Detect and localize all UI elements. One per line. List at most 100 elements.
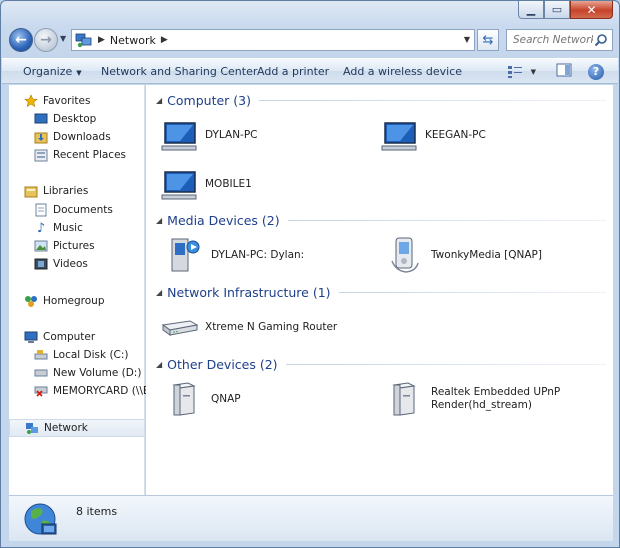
device-realtek-render[interactable]: Realtek Embedded UPnP Render(hd_stream) (386, 379, 560, 419)
nav-favorites[interactable]: Favorites (23, 92, 159, 110)
forward-arrow-icon: → (40, 32, 52, 48)
command-bar: Organize ▼ Network and Sharing Center Add… (2, 58, 618, 84)
device-label: Realtek Embedded UPnP Render(hd_stream) (431, 386, 560, 412)
forward-button[interactable]: → (34, 28, 58, 52)
nav-homegroup-label: Homegroup (43, 295, 105, 307)
documents-icon (33, 202, 49, 218)
group-divider (338, 291, 606, 293)
navigation-bar: ← → ▼ ▶ Network ▶ ▼ ⇆ (9, 27, 613, 53)
pictures-icon (33, 238, 49, 254)
nav-network[interactable]: Network (9, 419, 145, 437)
search-input[interactable] (513, 34, 593, 46)
back-arrow-icon: ← (15, 32, 27, 48)
nav-documents-label: Documents (53, 204, 113, 216)
device-keegan-pc[interactable]: KEEGAN-PC (380, 115, 486, 155)
group-divider (287, 219, 606, 221)
device-label: Xtreme N Gaming Router (205, 320, 338, 333)
computer-icon (23, 329, 39, 345)
chevron-down-icon: ▼ (76, 69, 82, 77)
change-view-button[interactable]: ▼ (507, 65, 536, 79)
maximize-icon: ▭ (551, 3, 563, 16)
device-label: TwonkyMedia [QNAP] (431, 248, 542, 261)
close-icon: ✕ (586, 2, 597, 17)
breadcrumb-separator-icon[interactable]: ▶ (161, 35, 168, 45)
group-header-computer[interactable]: ◢ Computer (3) (156, 92, 606, 108)
device-label-line: Render(hd_stream) (431, 399, 532, 411)
group-header-network-infrastructure[interactable]: ◢ Network Infrastructure (1) (156, 284, 606, 300)
nav-libraries[interactable]: Libraries (23, 182, 159, 200)
preview-pane-icon (556, 63, 572, 77)
nav-favorites-label: Favorites (43, 95, 91, 107)
chevron-down-icon: ▼ (530, 67, 536, 76)
group-divider (285, 363, 606, 365)
network-icon (24, 420, 40, 436)
back-forward-group: ← → ▼ (9, 27, 69, 53)
nav-music-label: Music (53, 222, 83, 234)
minimize-button[interactable]: ▁ (518, 1, 544, 19)
group-title: Other Devices (2) (167, 356, 278, 372)
disconnected-drive-icon (33, 383, 49, 399)
content-pane: ◢ Computer (3) DYLAN-PC KEEGAN-PC MOBILE… (146, 85, 613, 495)
address-dropdown-icon[interactable]: ▼ (464, 35, 470, 44)
maximize-button[interactable]: ▭ (544, 1, 570, 19)
libraries-icon (23, 183, 39, 199)
music-icon: ♪ (36, 220, 46, 236)
group-title: Computer (3) (167, 92, 251, 108)
search-icon[interactable] (594, 33, 608, 47)
nav-local-disk-label: Local Disk (C:) (53, 349, 129, 361)
refresh-button[interactable]: ⇆ (477, 29, 499, 51)
nav-desktop-label: Desktop (53, 113, 97, 125)
collapse-chevron-icon: ◢ (156, 359, 163, 369)
address-bar[interactable]: ▶ Network ▶ ▼ (71, 29, 475, 51)
computer-monitor-icon (161, 171, 197, 200)
add-printer-button[interactable]: Add a printer (257, 65, 329, 78)
nav-videos-label: Videos (53, 258, 88, 270)
breadcrumb-network[interactable]: Network (110, 34, 156, 47)
help-icon: ? (592, 65, 600, 78)
group-title: Media Devices (2) (167, 212, 280, 228)
search-box[interactable] (506, 29, 613, 51)
homegroup-icon (23, 293, 39, 309)
collapse-chevron-icon: ◢ (156, 215, 163, 225)
media-player-device-icon (391, 237, 419, 273)
device-dylan-pc-media[interactable]: DYLAN-PC: Dylan: (166, 235, 304, 275)
back-button[interactable]: ← (9, 28, 33, 52)
explorer-window: ▁ ▭ ✕ ← → ▼ ▶ Network ▶ ▼ ⇆ Search Netwo… (0, 0, 620, 548)
device-label: QNAP (211, 392, 241, 405)
organize-menu[interactable]: Organize ▼ (23, 65, 82, 78)
device-twonkymedia[interactable]: TwonkyMedia [QNAP] (386, 235, 542, 275)
local-disk-icon (33, 347, 49, 363)
group-header-other-devices[interactable]: ◢ Other Devices (2) (156, 356, 606, 372)
recent-pages-dropdown-icon[interactable]: ▼ (60, 34, 66, 43)
recent-places-icon (33, 147, 49, 163)
generic-device-icon (392, 382, 416, 416)
nav-homegroup[interactable]: Homegroup (23, 292, 159, 310)
device-dylan-pc[interactable]: DYLAN-PC (160, 115, 258, 155)
view-icon (507, 65, 522, 78)
preview-pane-button[interactable] (556, 63, 572, 80)
nav-network-label: Network (44, 422, 88, 434)
nav-downloads-label: Downloads (53, 131, 111, 143)
collapse-chevron-icon: ◢ (156, 95, 163, 105)
nav-pictures-label: Pictures (53, 240, 95, 252)
nav-computer[interactable]: Computer (23, 328, 159, 346)
computer-monitor-icon (161, 122, 197, 151)
close-button[interactable]: ✕ (570, 1, 613, 19)
media-server-icon (171, 238, 200, 272)
add-wireless-device-button[interactable]: Add a wireless device (343, 65, 462, 78)
device-label: MOBILE1 (205, 177, 252, 190)
device-mobile1[interactable]: MOBILE1 (160, 164, 252, 204)
videos-icon (33, 256, 49, 272)
downloads-folder-icon (33, 129, 49, 145)
nav-recent-places-label: Recent Places (53, 149, 127, 161)
help-button[interactable]: ? (588, 63, 604, 80)
nav-memorycard-label: MEMORYCARD (\\E (53, 385, 150, 397)
device-router[interactable]: Xtreme N Gaming Router (160, 307, 337, 347)
network-sharing-center-button[interactable]: Network and Sharing Center (101, 65, 257, 78)
caption-buttons: ▁ ▭ ✕ (518, 1, 613, 19)
breadcrumb-separator-icon[interactable]: ▶ (98, 35, 105, 45)
group-header-media-devices[interactable]: ◢ Media Devices (2) (156, 212, 606, 228)
group-divider (258, 99, 606, 101)
collapse-chevron-icon: ◢ (156, 287, 163, 297)
device-qnap[interactable]: QNAP (166, 379, 241, 419)
